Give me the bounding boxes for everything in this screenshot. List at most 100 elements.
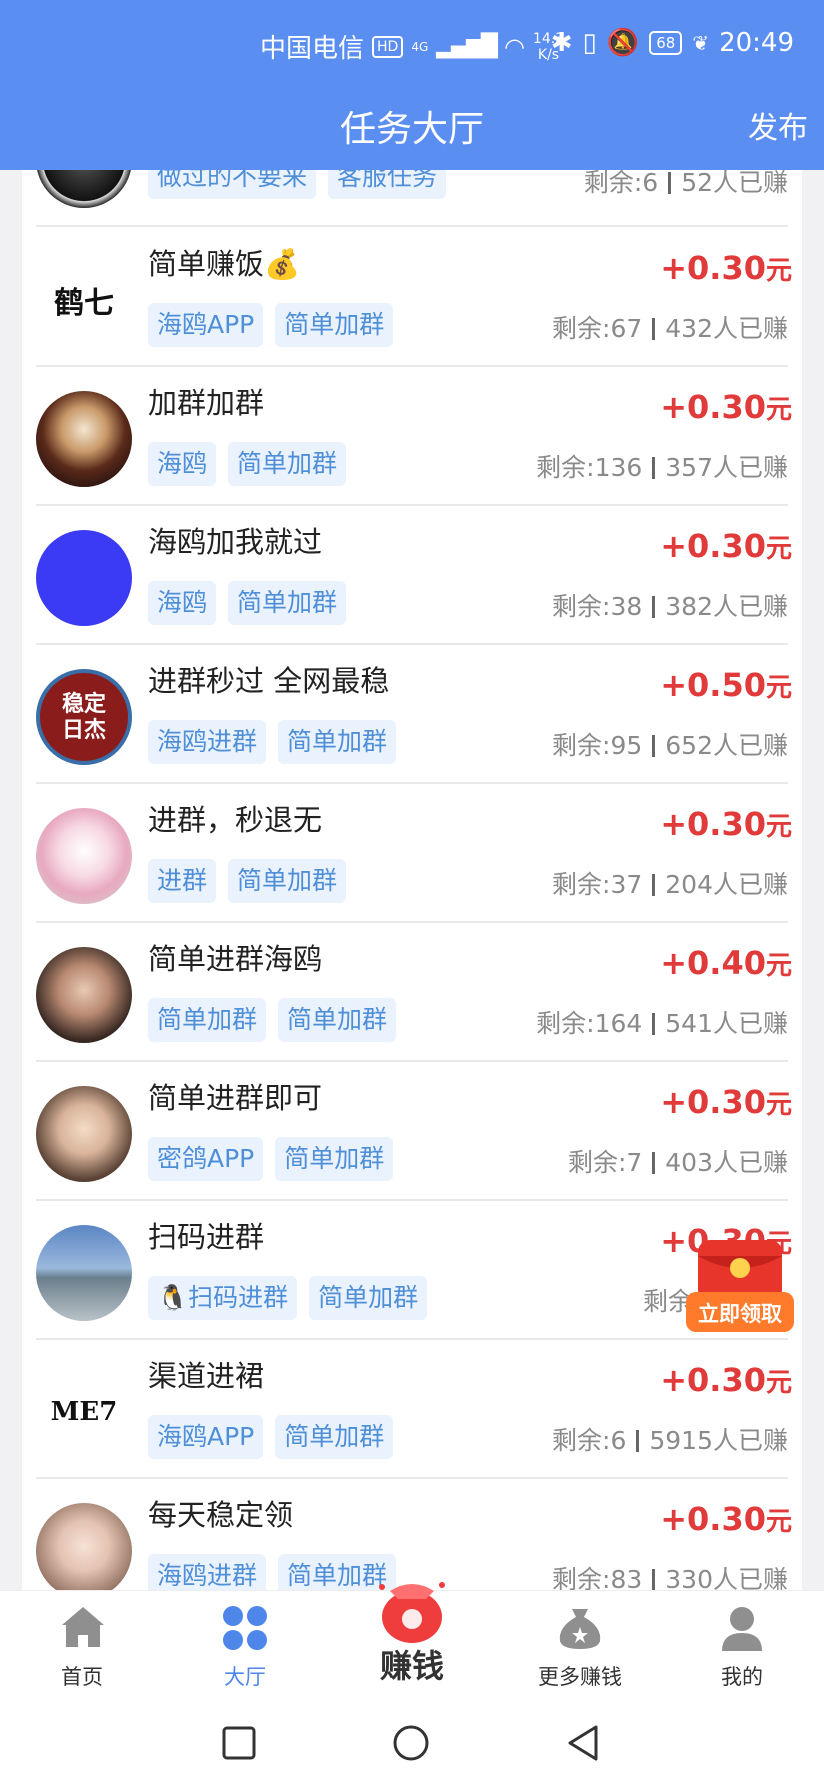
task-title: 加群加群 (148, 386, 265, 420)
price-value: +0.30 (660, 388, 766, 426)
divider (652, 874, 656, 896)
task-stats: 剩余:6 5915人已赚 (552, 1421, 788, 1457)
app-header: 中国电信 HD 4G ▂▄▆█ ◠ 14.3 K/s ✱ ▯ 🔕 68 ❦ 20… (0, 0, 824, 170)
publish-button[interactable]: 发布 (748, 103, 808, 147)
tab-earn[interactable]: 赚钱 (332, 1582, 492, 1701)
task-price: +0.30元 (660, 1361, 792, 1399)
task-tag: 简单加群 (278, 720, 397, 764)
task-list[interactable]: 做过的不要来 客服任务 剩余:6 52人已赚 鹤七 简单赚饭💰 +0.30元 海鸥… (22, 170, 802, 1590)
earned-count: 403人已赚 (665, 1148, 788, 1177)
task-tag: 简单加群 (275, 1137, 394, 1181)
task-stats: 剩余:136 357人已赚 (536, 448, 788, 484)
remaining-count: 剩余:6 (583, 170, 659, 197)
remaining-count: 剩余:67 (552, 314, 643, 343)
pink-anime-avatar (36, 808, 132, 904)
task-row[interactable]: 稳定日杰 进群秒过 全网最稳 +0.50元 海鸥进群 简单加群 剩余:95 652… (36, 644, 792, 784)
divider (652, 457, 656, 479)
signal-icon: ▂▄▆█ (436, 34, 498, 59)
task-stats: 剩余:67 432人已赚 (552, 309, 788, 345)
task-tag: 客服任务 (328, 170, 447, 199)
page-title: 任务大厅 (339, 109, 484, 150)
task-tag: 简单加群 (228, 859, 347, 903)
home-circle-icon[interactable] (392, 1724, 430, 1762)
money-bag-icon (379, 1582, 445, 1643)
grid-icon (223, 1606, 267, 1650)
price-unit: 元 (765, 1368, 792, 1398)
task-tags: 简单加群 简单加群 (148, 998, 397, 1042)
price-value: +0.30 (660, 527, 766, 565)
task-row[interactable]: 加群加群 +0.30元 海鸥 简单加群 剩余:136 357人已赚 (36, 366, 792, 506)
tab-mine[interactable]: 我的 (662, 1591, 822, 1701)
red-packet-label: 立即领取 (698, 1302, 782, 1326)
task-price: +0.30元 (660, 1083, 792, 1121)
price-unit: 元 (765, 395, 792, 425)
remaining-count: 剩余:136 (536, 453, 643, 482)
task-price: +0.30元 (660, 527, 792, 565)
tab-home[interactable]: 首页 (2, 1591, 162, 1701)
bluetooth-icon: ✱ (550, 28, 573, 58)
task-tag: 简单加群 (278, 998, 397, 1042)
seal-avatar: 稳定日杰 (36, 669, 132, 765)
task-row[interactable]: 海鸥加我就过 +0.30元 海鸥 简单加群 剩余:38 382人已赚 (36, 505, 792, 645)
task-row[interactable]: 每天稳定领 +0.30元 海鸥进群 简单加群 剩余:83 330人已赚 (36, 1478, 792, 1590)
logo-avatar: ME7 (36, 1364, 132, 1460)
status-bar: 中国电信 HD 4G ▂▄▆█ ◠ 14.3 K/s ✱ ▯ 🔕 68 ❦ 20… (0, 0, 824, 90)
task-tags: 🐧扫码进群 简单加群 (148, 1276, 428, 1320)
task-row[interactable]: 简单进群即可 +0.30元 密鸽APP 简单加群 剩余:7 403人已赚 (36, 1061, 792, 1201)
task-row[interactable]: ME7 渠道进裙 +0.30元 海鸥APP 简单加群 剩余:6 5915人已赚 (36, 1339, 792, 1479)
remaining-count: 剩余:6 (552, 1426, 627, 1455)
dark-ink-avatar (36, 170, 132, 208)
logo-text: ME7 (50, 1397, 118, 1427)
task-row[interactable]: 进群，秒退无 +0.30元 进群 简单加群 剩余:37 204人已赚 (36, 783, 792, 923)
tab-more-earn[interactable]: 更多赚钱 (500, 1591, 660, 1701)
task-tags: 海鸥APP 简单加群 (148, 1415, 394, 1459)
logo-text: 鹤七 (54, 286, 114, 321)
divider (652, 1569, 656, 1590)
task-stats: 剩余:7 403人已赚 (568, 1143, 788, 1179)
task-tag: 海鸥APP (148, 1415, 264, 1459)
task-title: 每天稳定领 (148, 1498, 294, 1532)
price-value: +0.40 (660, 944, 766, 982)
red-packet-float-button[interactable]: 立即领取 (684, 1236, 796, 1336)
earned-count: 5915人已赚 (649, 1426, 788, 1455)
task-row[interactable]: 做过的不要来 客服任务 剩余:6 52人已赚 (36, 170, 788, 227)
price-value: +0.30 (660, 1083, 766, 1121)
task-row[interactable]: 鹤七 简单赚饭💰 +0.30元 海鸥APP 简单加群 剩余:67 432人已赚 (36, 227, 792, 367)
task-tags: 进群 简单加群 (148, 859, 347, 903)
task-tags: 海鸥进群 简单加群 (148, 720, 397, 764)
task-stats: 剩余:38 382人已赚 (552, 587, 788, 623)
price-value: +0.30 (660, 1500, 766, 1538)
price-unit: 元 (765, 673, 792, 703)
vibrate-icon: ▯ (582, 28, 597, 58)
coin-bag-icon (559, 1609, 601, 1649)
divider (652, 1013, 656, 1035)
earned-count: 382人已赚 (665, 592, 788, 621)
price-unit: 元 (765, 256, 792, 286)
task-tag: 密鸽APP (148, 1137, 264, 1181)
back-triangle-icon[interactable] (566, 1724, 600, 1762)
tab-hall[interactable]: 大厅 (165, 1591, 325, 1701)
task-title: 海鸥加我就过 (148, 525, 323, 559)
mute-bell-icon: 🔕 (606, 28, 640, 58)
task-row[interactable]: 简单进群海鸥 +0.40元 简单加群 简单加群 剩余:164 541人已赚 (36, 922, 792, 1062)
tab-label: 首页 (61, 1665, 103, 1689)
task-tags: 海鸥进群 简单加群 (148, 1554, 397, 1590)
task-tag: 简单加群 (309, 1276, 428, 1320)
price-value: +0.30 (660, 249, 766, 287)
task-price: +0.30元 (660, 1500, 792, 1538)
photo-avatar (36, 1086, 132, 1182)
task-tags: 海鸥 简单加群 (148, 442, 347, 486)
home-icon (62, 1607, 104, 1647)
system-nav-bar (0, 1700, 824, 1784)
task-row[interactable]: 扫码进群 +0.30元 🐧扫码进群 简单加群 剩余:5319 (36, 1200, 792, 1340)
divider (652, 596, 656, 618)
task-stats: 剩余:164 541人已赚 (536, 1004, 788, 1040)
calligraphy-logo-avatar: 鹤七 (36, 252, 132, 348)
remaining-count: 剩余:95 (552, 731, 643, 760)
earned-count: 652人已赚 (665, 731, 788, 760)
price-unit: 元 (765, 812, 792, 842)
recent-apps-icon[interactable] (222, 1726, 256, 1760)
remaining-count: 剩余:37 (552, 870, 643, 899)
divider (652, 318, 656, 340)
task-title: 进群秒过 全网最稳 (148, 664, 390, 698)
